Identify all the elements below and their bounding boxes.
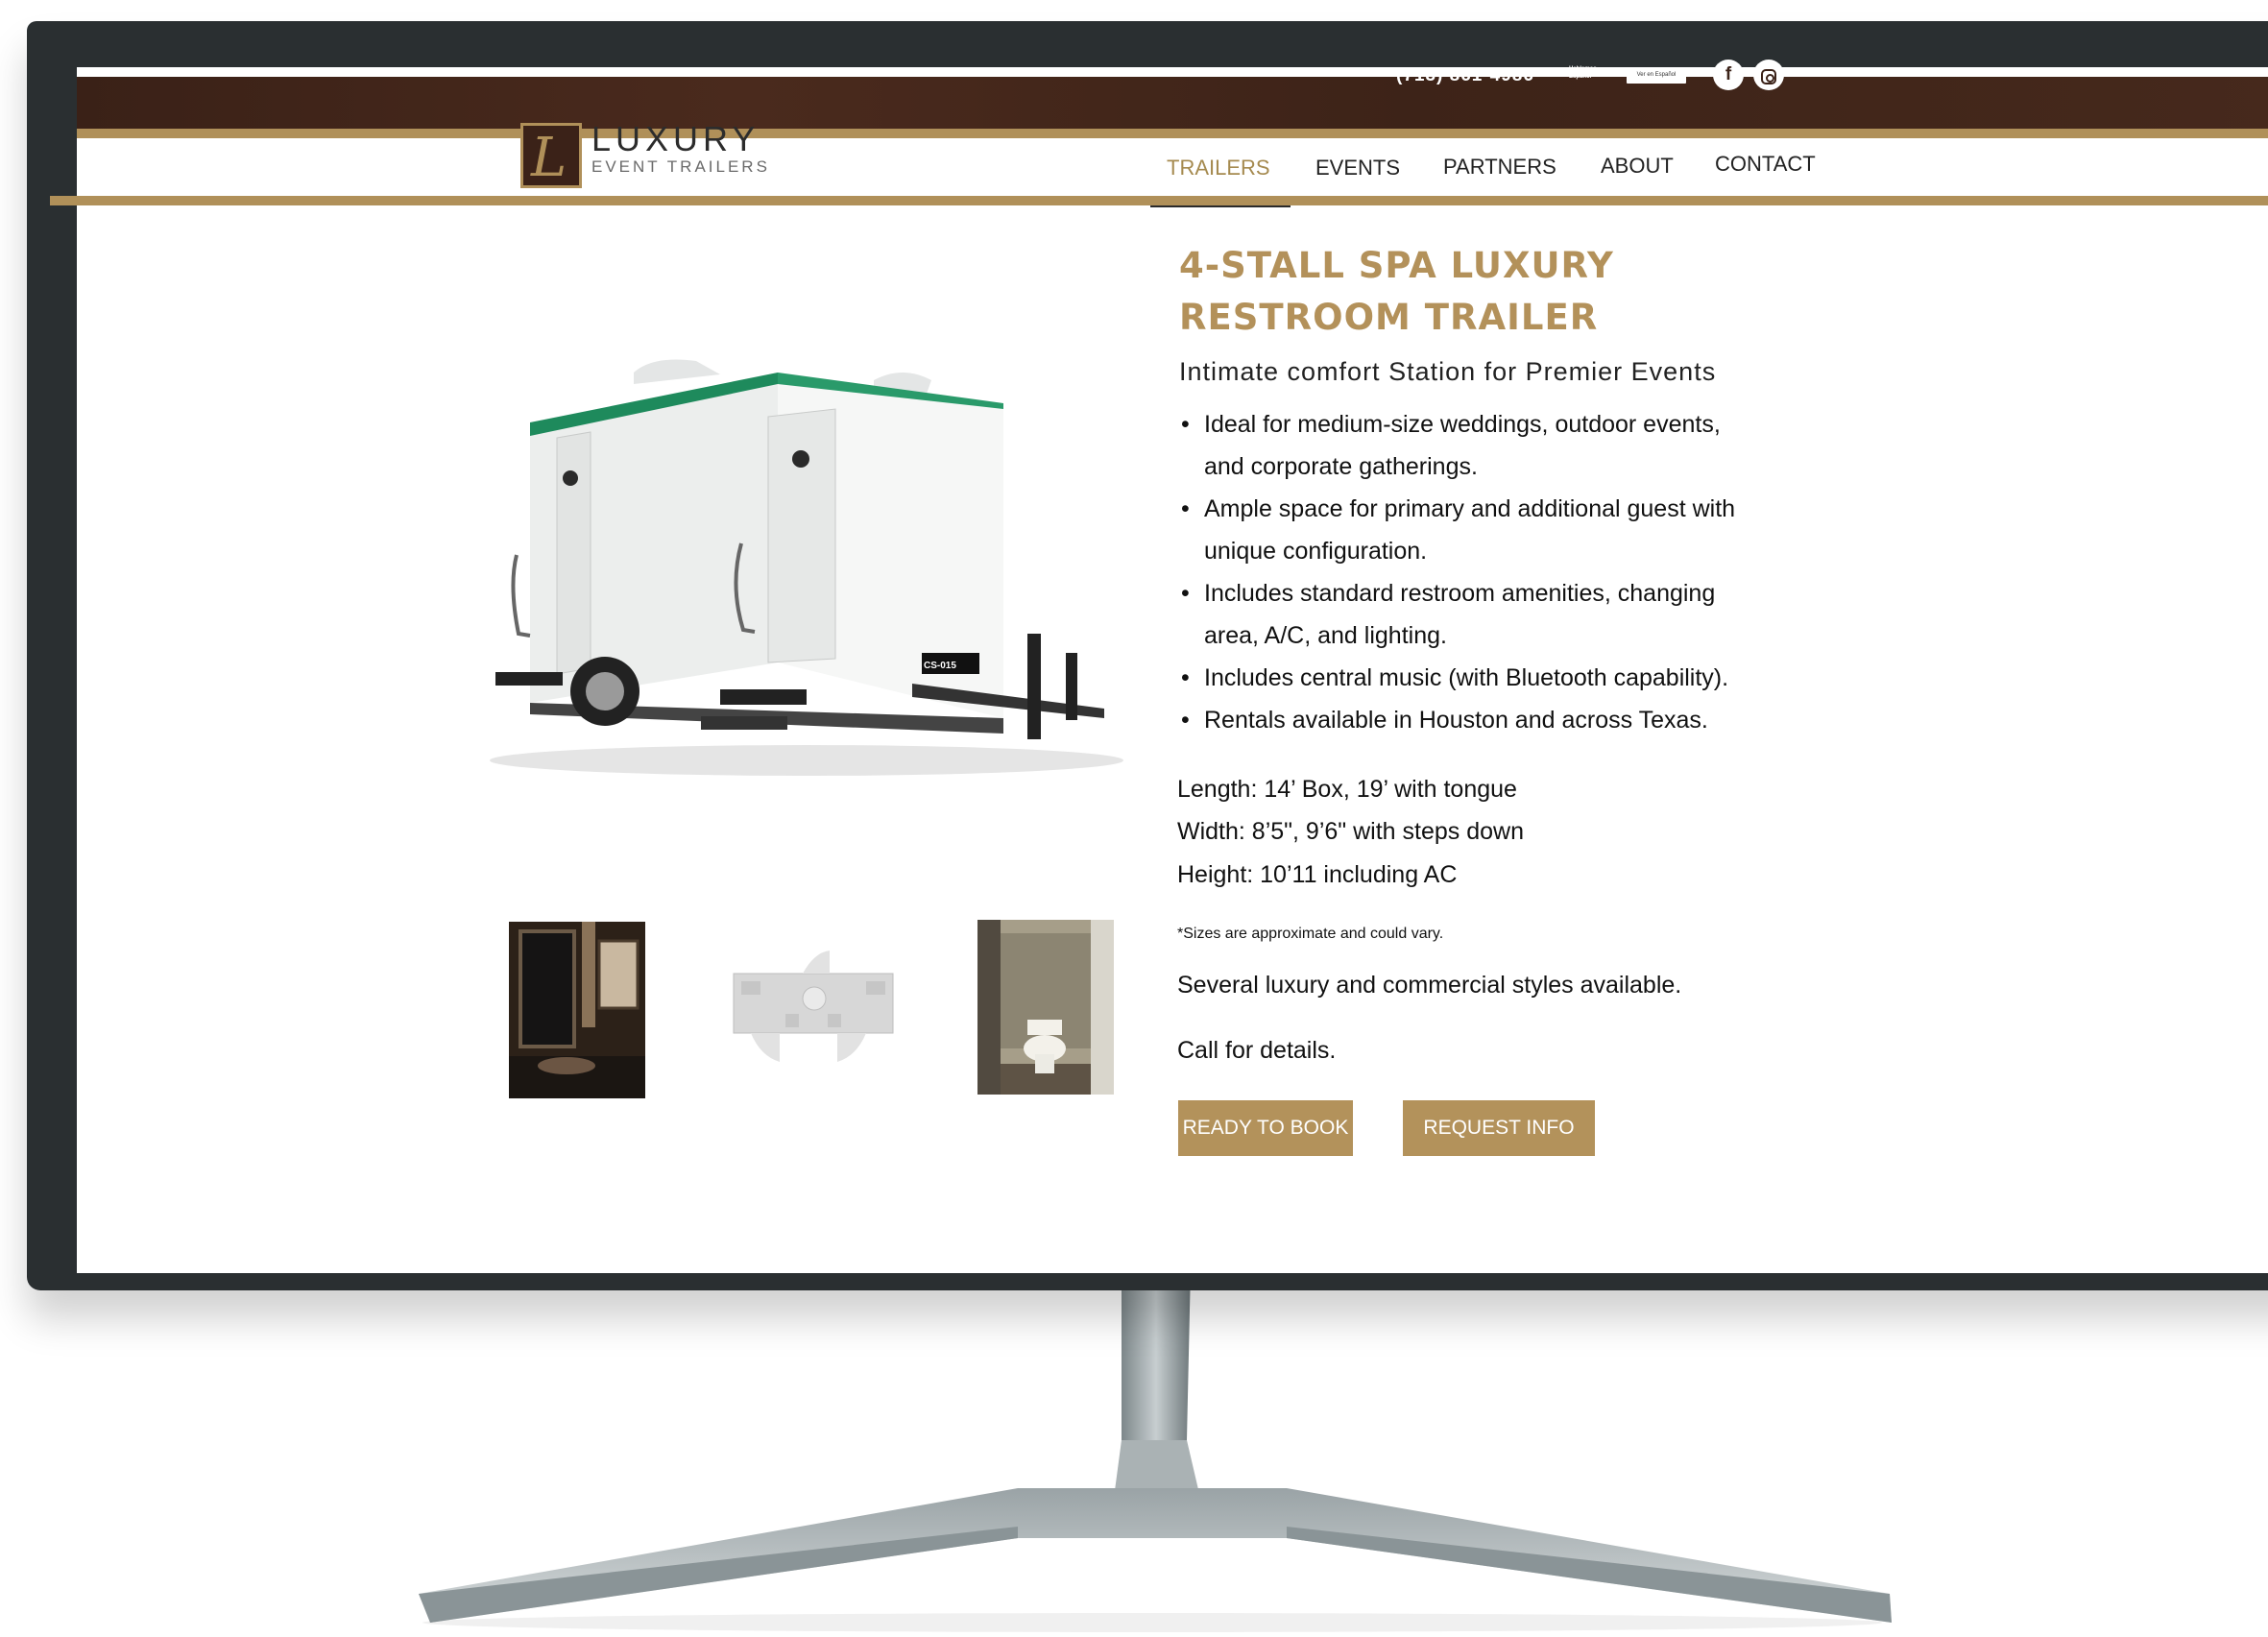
feature-line: Includes central music (with Bluetooth c…	[1204, 664, 1729, 691]
phone-number-link[interactable]: (713) 861-4986	[1396, 65, 1534, 86]
nav-trailers[interactable]: TRAILERS	[1167, 156, 1270, 181]
spec-height: Height: 10’11 including AC	[1177, 861, 1458, 888]
utility-bar-gold-line	[77, 129, 2268, 138]
instagram-icon[interactable]	[1753, 60, 1784, 90]
feature-line: unique configuration.	[1204, 538, 1428, 565]
hablamos-espanol-label: Hablamos Español	[1569, 66, 1597, 80]
instagram-glyph	[1761, 69, 1776, 84]
list-item: Ideal for medium-size weddings, outdoor …	[1179, 403, 1928, 488]
feature-line: Rentals available in Houston and across …	[1204, 707, 1708, 734]
logo-tagline: EVENT TRAILERS	[591, 157, 770, 176]
feature-line: area, A/C, and lighting.	[1204, 622, 1447, 649]
spanish-version-button[interactable]: Ver en Español	[1627, 67, 1686, 84]
product-title-line1: 4-STALL SPA LUXURY	[1179, 245, 1614, 286]
logo-letter: L	[531, 127, 567, 189]
logo-wordmark: LUXURY	[591, 119, 760, 158]
utility-bar	[77, 77, 2268, 131]
browser-viewport	[77, 67, 2268, 1273]
styles-text: Several luxury and commercial styles ava…	[1177, 972, 1682, 999]
trailer-image: CS-015	[490, 359, 1123, 776]
gallery-thumbnail-vanity[interactable]	[509, 922, 645, 1098]
trailer-code-label: CS-015	[924, 661, 956, 671]
list-item: Rentals available in Houston and across …	[1179, 699, 1928, 741]
header-gold-line	[50, 196, 2268, 205]
spec-length: Length: 14’ Box, 19’ with tongue	[1177, 776, 1517, 803]
monitor-bezel	[27, 21, 2268, 1290]
call-text: Call for details.	[1177, 1037, 1337, 1064]
nav-about[interactable]: ABOUT	[1601, 154, 1674, 179]
feature-line: Ideal for medium-size weddings, outdoor …	[1204, 411, 1721, 438]
facebook-glyph: f	[1725, 64, 1732, 84]
ready-to-book-button[interactable]: READY TO BOOK	[1178, 1100, 1353, 1156]
feature-line: and corporate gatherings.	[1204, 453, 1478, 480]
size-disclaimer: *Sizes are approximate and could vary.	[1177, 926, 1444, 942]
feature-line: Ample space for primary and additional g…	[1204, 495, 1736, 522]
list-item: Includes standard restroom amenities, ch…	[1179, 572, 1928, 657]
gallery-thumbnail-toilet[interactable]	[977, 920, 1114, 1095]
spec-width: Width: 8’5", 9’6" with steps down	[1177, 818, 1524, 845]
list-item: Ample space for primary and additional g…	[1179, 488, 1928, 572]
nav-partners[interactable]: PARTNERS	[1443, 155, 1556, 180]
feature-list: Ideal for medium-size weddings, outdoor …	[1179, 403, 1928, 741]
nav-contact[interactable]: CONTACT	[1715, 152, 1816, 177]
nav-events[interactable]: EVENTS	[1315, 156, 1400, 181]
list-item: Includes central music (with Bluetooth c…	[1179, 657, 1928, 699]
gallery-thumbnail-floorplan[interactable]	[732, 951, 895, 1066]
product-title-line2: RESTROOM TRAILER	[1179, 297, 1599, 338]
feature-line: Includes standard restroom amenities, ch…	[1204, 580, 1716, 607]
facebook-icon[interactable]: f	[1713, 60, 1744, 90]
product-subtitle: Intimate comfort Station for Premier Eve…	[1179, 357, 1717, 386]
site-logo[interactable]: L LUXURY EVENT TRAILERS	[520, 119, 808, 196]
request-info-button[interactable]: REQUEST INFO	[1403, 1100, 1595, 1156]
logo-mark: L	[520, 123, 582, 189]
product-title: 4-STALL SPA LUXURY RESTROOM TRAILER	[1179, 240, 1614, 344]
